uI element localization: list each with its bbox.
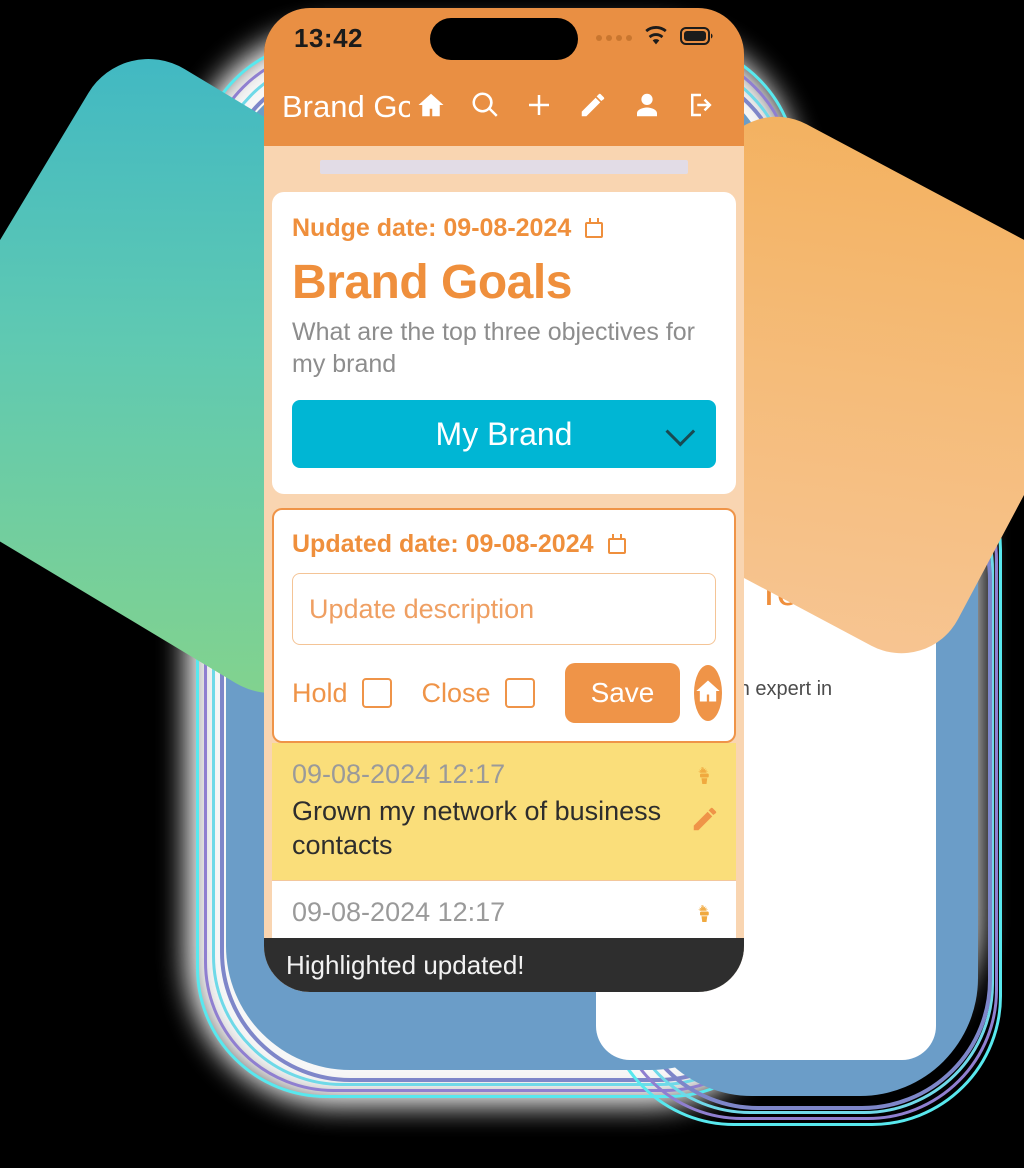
highlighter-icon[interactable] xyxy=(690,901,720,936)
goal-card: Nudge date: 09-08-2024 Brand Goals What … xyxy=(272,192,736,494)
calendar-icon[interactable] xyxy=(607,533,628,556)
pencil-icon[interactable] xyxy=(578,90,608,125)
wifi-icon xyxy=(642,25,670,51)
task-content: 09-08-2024 12:17 Grown my network of bus… xyxy=(292,759,680,862)
battery-icon xyxy=(680,26,714,50)
app-bar: Brand Go xyxy=(264,68,744,146)
hold-checkbox-group[interactable]: Hold xyxy=(292,678,392,709)
status-bar-time: 13:42 xyxy=(294,22,363,53)
updated-date-label: Updated date: 09-08-2024 xyxy=(292,530,594,558)
logout-icon[interactable] xyxy=(686,90,716,125)
close-checkbox-group[interactable]: Close xyxy=(422,678,535,709)
nudge-date-label: Nudge date: 09-08-2024 xyxy=(292,214,572,242)
goal-description: What are the top three objectives for my… xyxy=(292,318,695,378)
composition-stage: ch Search skills Search closed tasks Sea… xyxy=(0,0,1024,1168)
app-bar-icons xyxy=(416,90,716,125)
close-checkbox[interactable] xyxy=(504,678,535,708)
nudge-date-row: Nudge date: 09-08-2024 xyxy=(292,214,716,243)
toast-notification: Highlighted updated! xyxy=(264,938,744,992)
brand-select-value: My Brand xyxy=(435,415,573,452)
home-icon[interactable] xyxy=(416,90,446,125)
toast-message: Highlighted updated! xyxy=(286,949,525,980)
update-description-input[interactable]: Update description xyxy=(292,573,716,645)
home-icon xyxy=(694,677,722,710)
signal-dots-icon xyxy=(596,35,632,41)
notch xyxy=(430,18,578,60)
status-bar: 13:42 xyxy=(264,8,744,68)
plus-icon[interactable] xyxy=(524,90,554,125)
update-description-placeholder: Update description xyxy=(309,593,535,624)
close-label: Close xyxy=(421,677,491,708)
chevron-down-icon xyxy=(665,416,696,447)
updated-date-row: Updated date: 09-08-2024 xyxy=(292,530,716,559)
task-actions xyxy=(680,759,720,839)
update-card: Updated date: 09-08-2024 Update descript… xyxy=(272,508,736,743)
app-bar-title: Brand Go xyxy=(282,89,410,124)
pencil-icon[interactable] xyxy=(690,804,720,839)
brand-select[interactable]: My Brand xyxy=(292,400,716,468)
page-title: Brand Goals xyxy=(292,256,572,309)
person-icon[interactable] xyxy=(632,90,662,125)
search-icon[interactable] xyxy=(470,90,500,125)
save-button[interactable]: Save xyxy=(564,663,681,723)
status-bar-indicators xyxy=(596,25,714,51)
progress-bar[interactable] xyxy=(320,160,688,174)
home-fab-button[interactable] xyxy=(694,665,723,721)
update-actions-row: Hold Close Save xyxy=(292,663,723,723)
scroll-progress-area xyxy=(264,146,744,192)
task-text: Grown my network of business contacts xyxy=(292,796,662,861)
task-timestamp: 09-08-2024 12:17 xyxy=(292,897,506,928)
front-phone-screen: 13:42 Brand Go Nudge date: 09-08-2024 Br… xyxy=(264,8,744,992)
hold-label: Hold xyxy=(292,677,348,708)
hold-checkbox[interactable] xyxy=(361,678,392,708)
highlighter-icon[interactable] xyxy=(690,763,720,798)
task-timestamp: 09-08-2024 12:17 xyxy=(292,759,506,789)
calendar-icon[interactable] xyxy=(585,217,605,240)
list-item[interactable]: 09-08-2024 12:17 Grown my network of bus… xyxy=(272,743,736,882)
phone-content: Nudge date: 09-08-2024 Brand Goals What … xyxy=(264,192,744,992)
